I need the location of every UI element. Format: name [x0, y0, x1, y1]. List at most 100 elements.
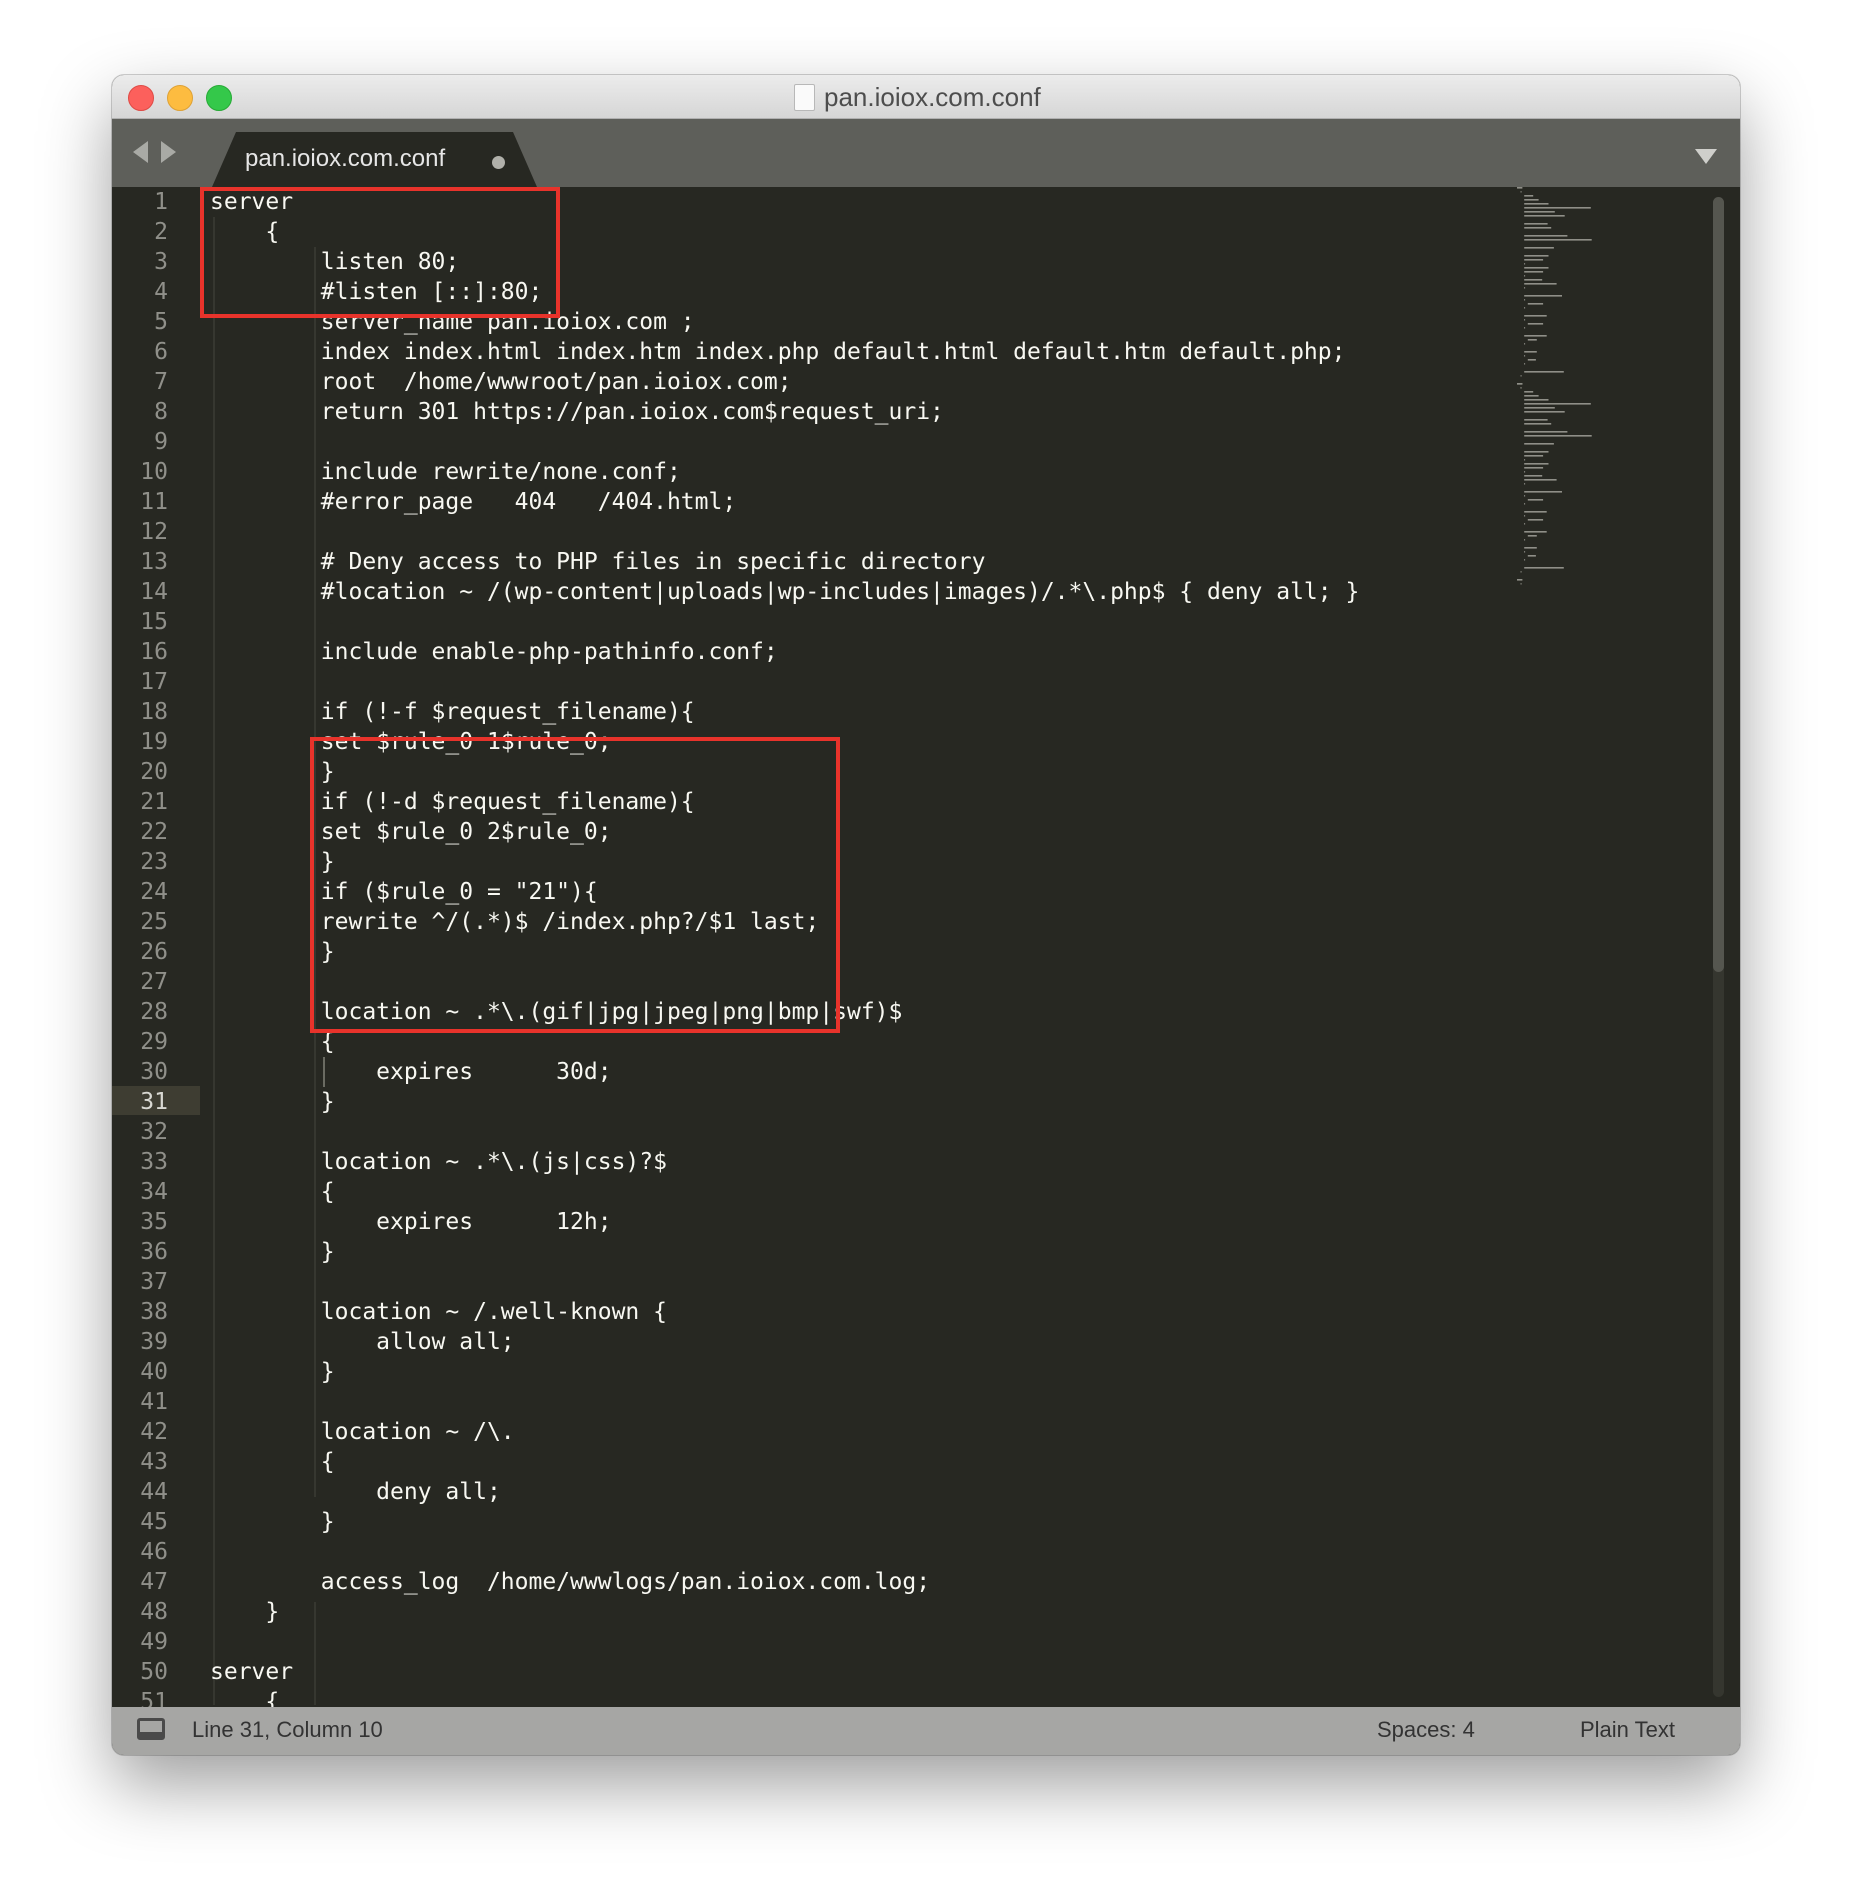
- minimap-line: [1517, 383, 1523, 385]
- editor-window: pan.ioiox.com.conf pan.ioiox.com.conf 12…: [112, 75, 1740, 1755]
- scrollbar-thumb[interactable]: [1713, 197, 1724, 972]
- code-line[interactable]: {: [210, 1687, 1359, 1707]
- minimap-line: [1524, 223, 1548, 225]
- code-line[interactable]: #error_page 404 /404.html;: [210, 487, 1359, 517]
- minimap-line: [1524, 351, 1537, 353]
- code-line[interactable]: }: [210, 1507, 1359, 1537]
- minimap-line: [1524, 483, 1526, 485]
- code-line[interactable]: }: [210, 1357, 1359, 1387]
- minimap-line: [1524, 363, 1526, 365]
- minimap-line: [1527, 359, 1536, 361]
- code-line[interactable]: if (!-f $request_filename){: [210, 697, 1359, 727]
- indentation-setting[interactable]: Spaces: 4: [1377, 1716, 1475, 1744]
- code-line[interactable]: location ~ /\.: [210, 1417, 1359, 1447]
- close-button[interactable]: [128, 85, 154, 111]
- minimap-line: [1527, 499, 1544, 501]
- code-line[interactable]: expires 12h;: [210, 1207, 1359, 1237]
- chevron-left-icon[interactable]: [133, 141, 148, 163]
- minimap-line: [1524, 407, 1555, 409]
- minimap-line: [1524, 515, 1526, 517]
- minimap-line: [1524, 299, 1526, 301]
- minimap-line: [1524, 247, 1554, 249]
- minimap-line: [1524, 495, 1526, 497]
- code-line[interactable]: # Deny access to PHP files in specific d…: [210, 547, 1359, 577]
- minimap-line: [1524, 547, 1537, 549]
- code-line[interactable]: #location ~ /(wp-content|uploads|wp-incl…: [210, 577, 1360, 607]
- syntax-setting[interactable]: Plain Text: [1580, 1716, 1675, 1744]
- minimap-line: [1524, 215, 1565, 217]
- minimap-line: [1524, 335, 1547, 337]
- document-icon: [794, 84, 815, 111]
- minimap-line: [1524, 211, 1555, 213]
- minimap-line: [1524, 531, 1547, 533]
- code-line[interactable]: expires 30d;: [210, 1057, 1359, 1087]
- minimap-line: [1524, 263, 1526, 265]
- minimap-line: [1524, 511, 1547, 513]
- minimap-line: [1520, 375, 1522, 377]
- minimap-line: [1524, 327, 1526, 329]
- cursor-position[interactable]: Line 31, Column 10: [192, 1716, 383, 1744]
- code-line[interactable]: allow all;: [210, 1327, 1359, 1357]
- minimize-button[interactable]: [167, 85, 193, 111]
- code-line[interactable]: [210, 1387, 1359, 1417]
- minimap-line: [1524, 459, 1526, 461]
- code-line[interactable]: return 301 https://pan.ioiox.com$request…: [210, 397, 1359, 427]
- code-line[interactable]: deny all;: [210, 1477, 1359, 1507]
- minimap-line: [1524, 295, 1562, 297]
- minimap-line: [1524, 355, 1526, 357]
- chevron-down-icon[interactable]: [1695, 149, 1717, 164]
- code-line[interactable]: server: [210, 1657, 1359, 1687]
- minimap-line: [1524, 411, 1565, 413]
- minimap-line: [1524, 467, 1544, 469]
- code-line[interactable]: [210, 517, 1359, 547]
- minimap-line: [1524, 419, 1548, 421]
- code-line[interactable]: include enable-php-pathinfo.conf;: [210, 637, 1359, 667]
- minimap-line: [1520, 387, 1522, 389]
- code-line[interactable]: location ~ .*\.(js|css)?$: [210, 1147, 1359, 1177]
- minimap-line: [1524, 267, 1549, 269]
- minimap-line: [1524, 203, 1549, 205]
- minimap-line: [1524, 343, 1526, 345]
- code-line[interactable]: access_log /home/wwwlogs/pan.ioiox.com.l…: [210, 1567, 1359, 1597]
- code-line[interactable]: [210, 1627, 1359, 1657]
- code-line[interactable]: root /home/wwwroot/pan.ioiox.com;: [210, 367, 1359, 397]
- minimap-line: [1524, 435, 1592, 437]
- code-line[interactable]: index index.html index.htm index.php def…: [210, 337, 1359, 367]
- minimap-line: [1524, 227, 1552, 229]
- code-line[interactable]: }: [210, 1237, 1359, 1267]
- minimap-line: [1524, 259, 1544, 261]
- zoom-button[interactable]: [206, 85, 232, 111]
- code-line[interactable]: }: [210, 1597, 1359, 1627]
- code-line[interactable]: [210, 1267, 1359, 1297]
- chevron-right-icon[interactable]: [161, 141, 176, 163]
- code-line[interactable]: }: [210, 1087, 1359, 1117]
- unsaved-dot-icon[interactable]: [492, 156, 505, 169]
- code-line[interactable]: {: [210, 1177, 1359, 1207]
- code-editor[interactable]: 1 2 3 4 5 6 7 8 9 10 11 12 13 14 15 16 17 18 19 20 21 22 23 24 2…: [112, 187, 1740, 1707]
- code-line[interactable]: [210, 607, 1359, 637]
- code-line[interactable]: [210, 667, 1359, 697]
- tab-pan-ioiox-conf[interactable]: pan.ioiox.com.conf: [212, 132, 537, 187]
- minimap-line: [1524, 283, 1557, 285]
- panel-toggle-icon[interactable]: [137, 1718, 165, 1740]
- minimap-line: [1524, 271, 1544, 273]
- minimap-line: [1524, 239, 1592, 241]
- minimap-line: [1524, 559, 1526, 561]
- minimap-line: [1524, 319, 1526, 321]
- code-line[interactable]: [210, 427, 1359, 457]
- minimap-line: [1527, 519, 1544, 521]
- minimap-line: [1527, 535, 1537, 537]
- code-line[interactable]: [210, 1537, 1359, 1567]
- minimap-line: [1524, 287, 1526, 289]
- minimap-line: [1524, 371, 1564, 373]
- minimap-line: [1517, 187, 1523, 189]
- minimap-line: [1524, 307, 1526, 309]
- minimap-line: [1524, 455, 1544, 457]
- code-line[interactable]: location ~ /.well-known {: [210, 1297, 1359, 1327]
- code-line[interactable]: {: [210, 1447, 1359, 1477]
- code-line[interactable]: include rewrite/none.conf;: [210, 457, 1359, 487]
- annotation-box-listen: [200, 187, 560, 318]
- minimap[interactable]: [1517, 187, 1687, 607]
- code-line[interactable]: [210, 1117, 1359, 1147]
- minimap-line: [1527, 303, 1544, 305]
